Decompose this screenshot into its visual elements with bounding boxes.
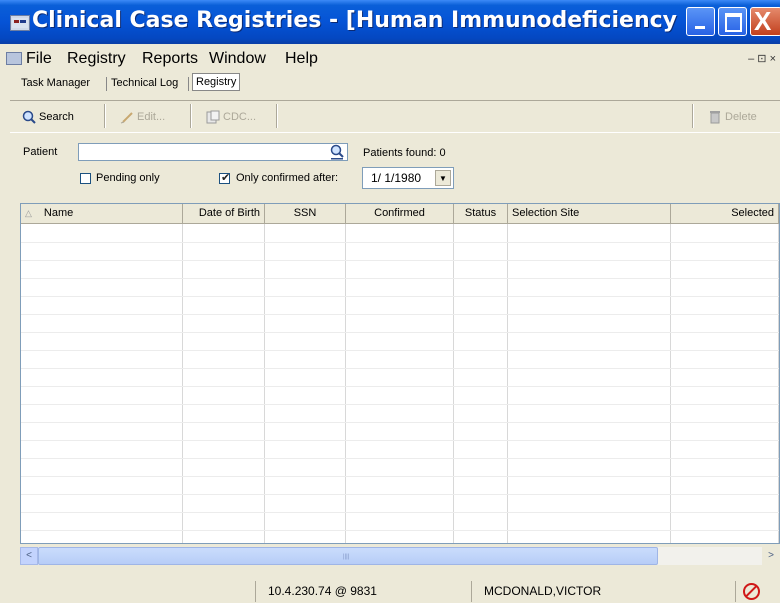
scroll-left-icon[interactable]: < xyxy=(20,547,38,565)
column-header-selection-site[interactable]: Selection Site xyxy=(508,204,671,224)
toolbar: Search Edit... CDC... Delete xyxy=(10,100,780,133)
close-icon: X xyxy=(754,6,772,36)
confirmed-after-date-value: 1/ 1/1980 xyxy=(371,171,422,185)
stop-icon xyxy=(743,583,760,600)
status-panel-empty xyxy=(0,581,255,602)
menu-bar: File Registry Reports Window Help – ⊡ × xyxy=(0,48,780,70)
patient-label: Patient xyxy=(23,146,58,158)
checkmark-icon: ✔ xyxy=(221,172,231,184)
patients-found-count: Patients found: 0 xyxy=(363,147,446,159)
menu-reports[interactable]: Reports xyxy=(142,50,198,68)
cdc-button-label: CDC... xyxy=(223,111,256,123)
only-confirmed-label: Only confirmed after: xyxy=(236,172,339,184)
magnifier-icon xyxy=(22,110,36,124)
pencil-icon xyxy=(120,110,134,124)
menu-file[interactable]: File xyxy=(26,50,52,68)
tab-registry[interactable]: Registry xyxy=(192,73,241,91)
patient-grid[interactable]: △ Name Date of Birth SSN Confirmed Status… xyxy=(20,203,780,544)
patient-lookup-icon[interactable] xyxy=(329,144,345,163)
column-header-name[interactable]: △ Name xyxy=(21,204,183,224)
minimize-icon xyxy=(695,26,705,29)
tab-technical-log[interactable]: Technical Log xyxy=(108,75,181,91)
column-header-status[interactable]: Status xyxy=(454,204,508,224)
status-user-name: MCDONALD,VICTOR xyxy=(471,581,735,602)
status-bar: 10.4.230.74 @ 9831 MCDONALD,VICTOR xyxy=(0,578,780,603)
minimize-button[interactable] xyxy=(686,7,715,36)
menu-registry[interactable]: Registry xyxy=(67,50,126,68)
tab-task-manager[interactable]: Task Manager xyxy=(18,75,93,91)
column-header-confirmed[interactable]: Confirmed xyxy=(346,204,454,224)
chevron-down-icon[interactable]: ▼ xyxy=(435,170,451,186)
trash-icon xyxy=(708,110,722,124)
scroll-right-icon[interactable]: > xyxy=(762,547,780,565)
title-bar[interactable]: Clinical Case Registries - [Human Immuno… xyxy=(0,0,780,44)
edit-button[interactable]: Edit... xyxy=(120,105,165,129)
maximize-icon xyxy=(725,13,742,32)
maximize-button[interactable] xyxy=(718,7,747,36)
mdi-window-controls[interactable]: – ⊡ × xyxy=(748,52,776,65)
horizontal-scrollbar[interactable]: < |||| > xyxy=(20,547,780,565)
close-button[interactable]: X xyxy=(750,6,780,36)
menu-help[interactable]: Help xyxy=(285,50,318,68)
form-icon xyxy=(206,110,220,124)
app-icon xyxy=(10,15,30,31)
confirmed-after-date-picker[interactable]: 1/ 1/1980 ▼ xyxy=(362,167,454,189)
scrollbar-thumb[interactable]: |||| xyxy=(38,547,658,565)
pending-only-label: Pending only xyxy=(96,172,160,184)
patient-search-input[interactable] xyxy=(78,143,348,161)
status-server-address: 10.4.230.74 @ 9831 xyxy=(255,581,471,602)
menu-window[interactable]: Window xyxy=(209,50,266,68)
only-confirmed-checkbox[interactable]: ✔ xyxy=(219,172,231,184)
search-button[interactable]: Search xyxy=(22,105,74,129)
cdc-button[interactable]: CDC... xyxy=(206,105,256,129)
column-header-ssn[interactable]: SSN xyxy=(265,204,346,224)
column-header-selected[interactable]: Selected xyxy=(671,204,779,224)
column-header-dob[interactable]: Date of Birth xyxy=(183,204,265,224)
search-button-label: Search xyxy=(39,111,74,123)
pending-only-checkbox[interactable] xyxy=(80,173,91,184)
window-title: Clinical Case Registries - [Human Immuno… xyxy=(32,8,710,33)
delete-button[interactable]: Delete xyxy=(708,105,757,129)
sort-indicator-icon: △ xyxy=(25,208,32,218)
edit-button-label: Edit... xyxy=(137,111,166,123)
mdi-child-icon[interactable] xyxy=(6,52,22,65)
delete-button-label: Delete xyxy=(725,111,757,123)
